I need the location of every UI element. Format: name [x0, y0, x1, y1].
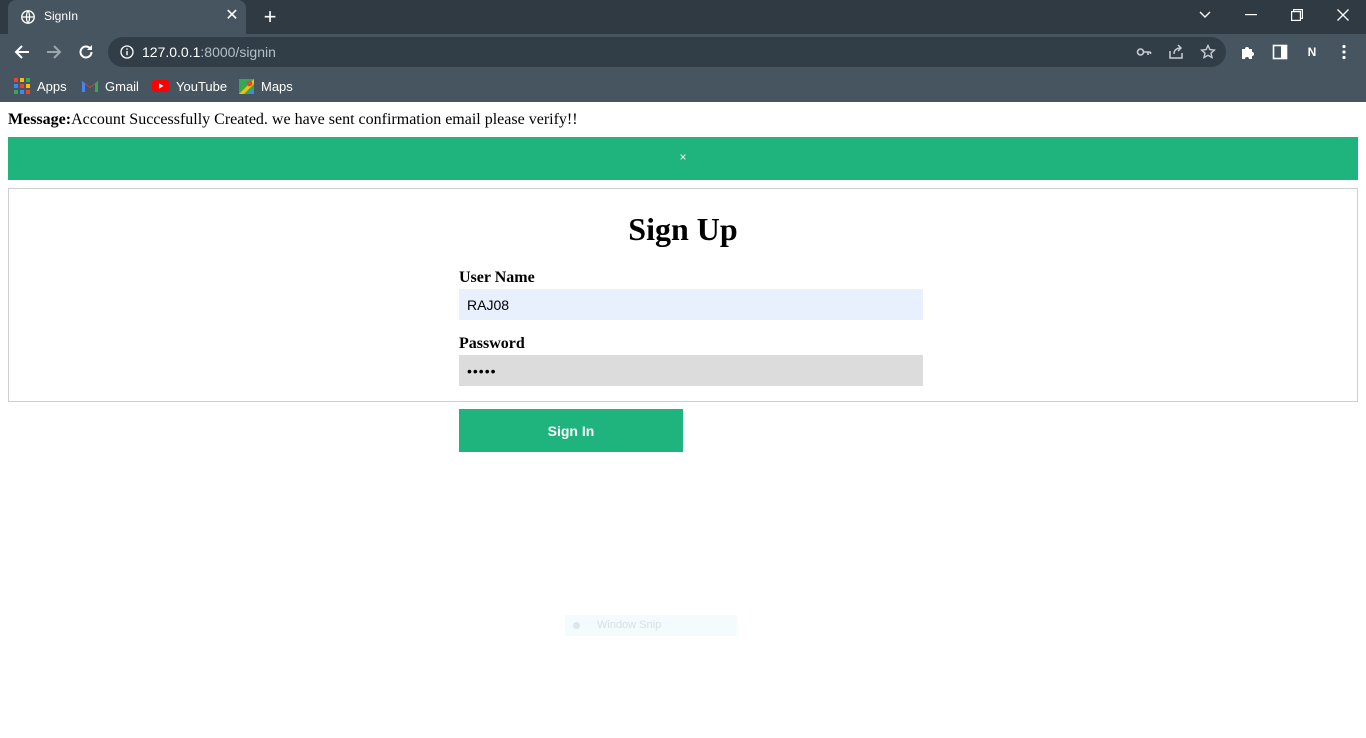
side-panel-icon[interactable] — [1271, 43, 1289, 61]
bookmark-label: YouTube — [176, 78, 228, 94]
bookmark-apps[interactable]: Apps — [14, 76, 67, 96]
forward-arrow-icon[interactable] — [43, 41, 65, 63]
form-title: Sign Up — [628, 211, 738, 247]
window-snip-overlay: Window Snip — [565, 615, 737, 636]
password-input[interactable] — [459, 355, 923, 386]
address-host: 127.0.0.1 — [142, 44, 201, 60]
signin-form: Sign Up User Name Password — [8, 188, 1358, 402]
address-bar[interactable]: 127.0.0.1:8000/signin — [108, 37, 1226, 67]
tab-search-icon[interactable] — [1182, 0, 1228, 30]
username-label: User Name — [459, 269, 535, 286]
alert-close-icon[interactable]: × — [678, 150, 688, 164]
restore-icon[interactable] — [1274, 0, 1320, 30]
snip-icon — [573, 622, 580, 629]
reload-icon[interactable] — [75, 41, 97, 63]
key-icon[interactable] — [1136, 44, 1152, 60]
youtube-icon — [152, 80, 169, 92]
address-path: :8000/signin — [200, 44, 276, 60]
tab-strip: SignIn ✕ + — [0, 0, 1366, 34]
bookmark-label: Maps — [261, 78, 293, 94]
success-alert: × — [8, 137, 1358, 180]
browser-toolbar: 127.0.0.1:8000/signin N — [0, 34, 1366, 70]
minimize-icon[interactable] — [1228, 0, 1274, 30]
address-url: 127.0.0.1:8000/signin — [142, 44, 276, 60]
bookmarks-bar: Apps Gmail YouTube Maps — [0, 70, 1366, 102]
message-prefix: Message: — [8, 111, 72, 128]
bookmark-label: Apps — [37, 78, 67, 94]
profile-avatar[interactable]: N — [1303, 43, 1321, 61]
bookmark-maps[interactable]: Maps — [239, 76, 293, 96]
apps-grid-icon — [14, 78, 30, 94]
window-close-icon[interactable] — [1320, 0, 1366, 30]
sign-in-button[interactable]: Sign In — [459, 409, 683, 452]
password-label: Password — [459, 335, 525, 352]
site-info-icon[interactable] — [120, 45, 134, 59]
status-message: Message:Account Successfully Created. we… — [8, 111, 578, 129]
bookmark-star-icon[interactable] — [1199, 43, 1217, 60]
page-content: Message:Account Successfully Created. we… — [0, 102, 1366, 738]
username-input[interactable] — [459, 289, 923, 320]
globe-icon — [21, 10, 35, 24]
share-icon[interactable] — [1168, 44, 1184, 60]
back-arrow-icon[interactable] — [11, 41, 33, 63]
tab-title: SignIn — [44, 9, 79, 23]
browser-tab[interactable]: SignIn ✕ — [8, 0, 246, 34]
more-menu-icon[interactable] — [1335, 43, 1353, 61]
bookmark-youtube[interactable]: YouTube — [152, 76, 227, 96]
bookmark-label: Gmail — [105, 78, 139, 94]
extensions-puzzle-icon[interactable] — [1239, 43, 1257, 61]
bookmark-gmail[interactable]: Gmail — [82, 76, 139, 96]
tab-close-icon[interactable]: ✕ — [224, 8, 240, 24]
snip-label: Window Snip — [597, 619, 662, 631]
gmail-icon — [82, 80, 98, 92]
message-text: Account Successfully Created. we have se… — [71, 111, 578, 128]
maps-icon — [239, 78, 254, 94]
new-tab-button[interactable]: + — [259, 6, 281, 29]
